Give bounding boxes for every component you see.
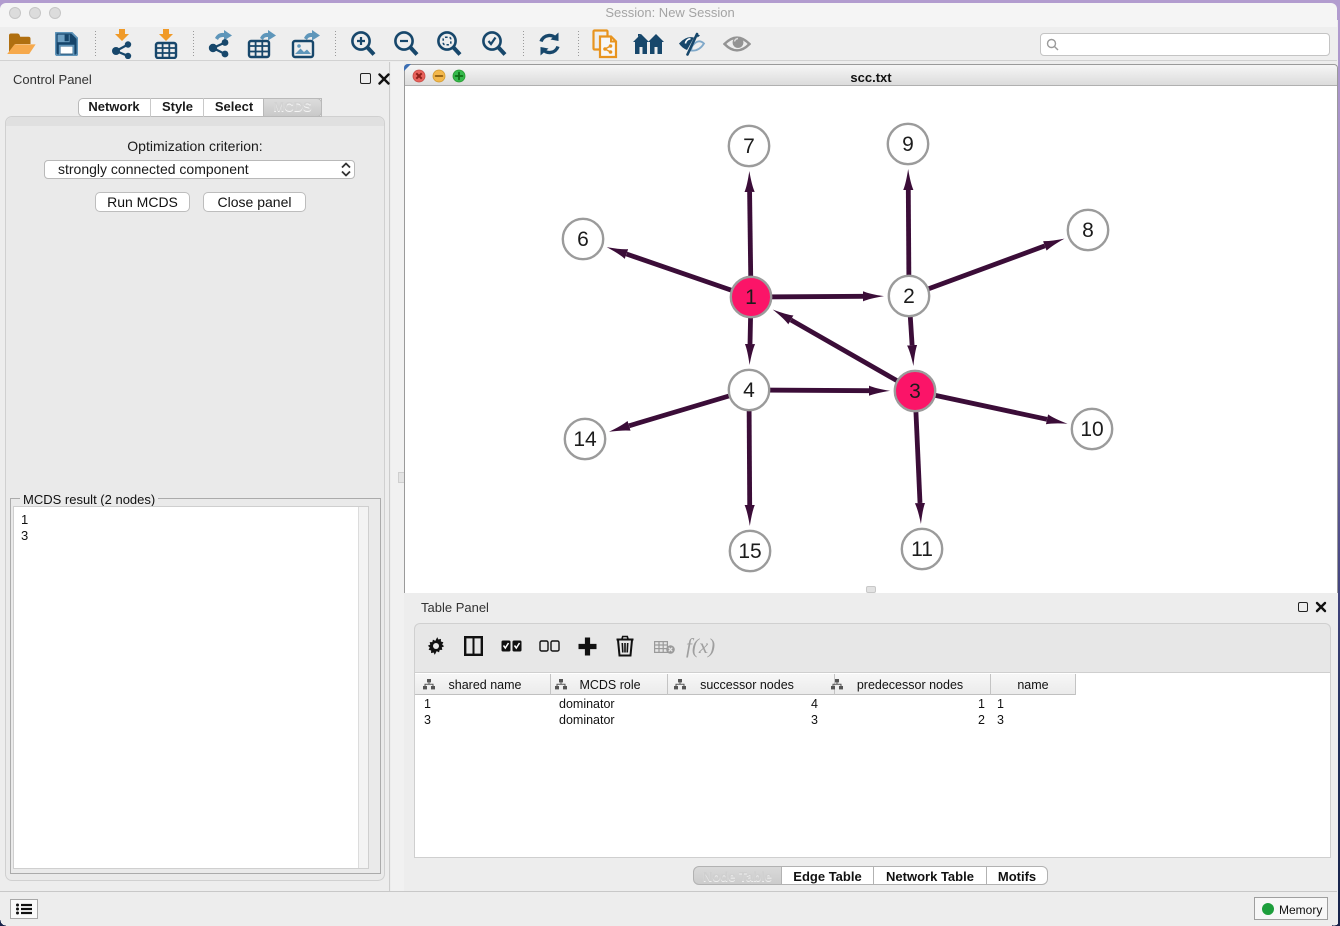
svg-text:9: 9 bbox=[902, 133, 914, 156]
svg-text:2: 2 bbox=[903, 285, 915, 308]
svg-text:7: 7 bbox=[743, 135, 755, 158]
svg-text:8: 8 bbox=[1082, 219, 1094, 242]
svg-text:10: 10 bbox=[1080, 418, 1103, 441]
svg-text:6: 6 bbox=[577, 228, 589, 251]
svg-text:3: 3 bbox=[909, 380, 921, 403]
svg-text:1: 1 bbox=[745, 286, 757, 309]
svg-text:15: 15 bbox=[738, 540, 761, 563]
svg-text:4: 4 bbox=[743, 379, 755, 402]
svg-text:11: 11 bbox=[911, 538, 933, 561]
svg-text:14: 14 bbox=[573, 428, 597, 451]
